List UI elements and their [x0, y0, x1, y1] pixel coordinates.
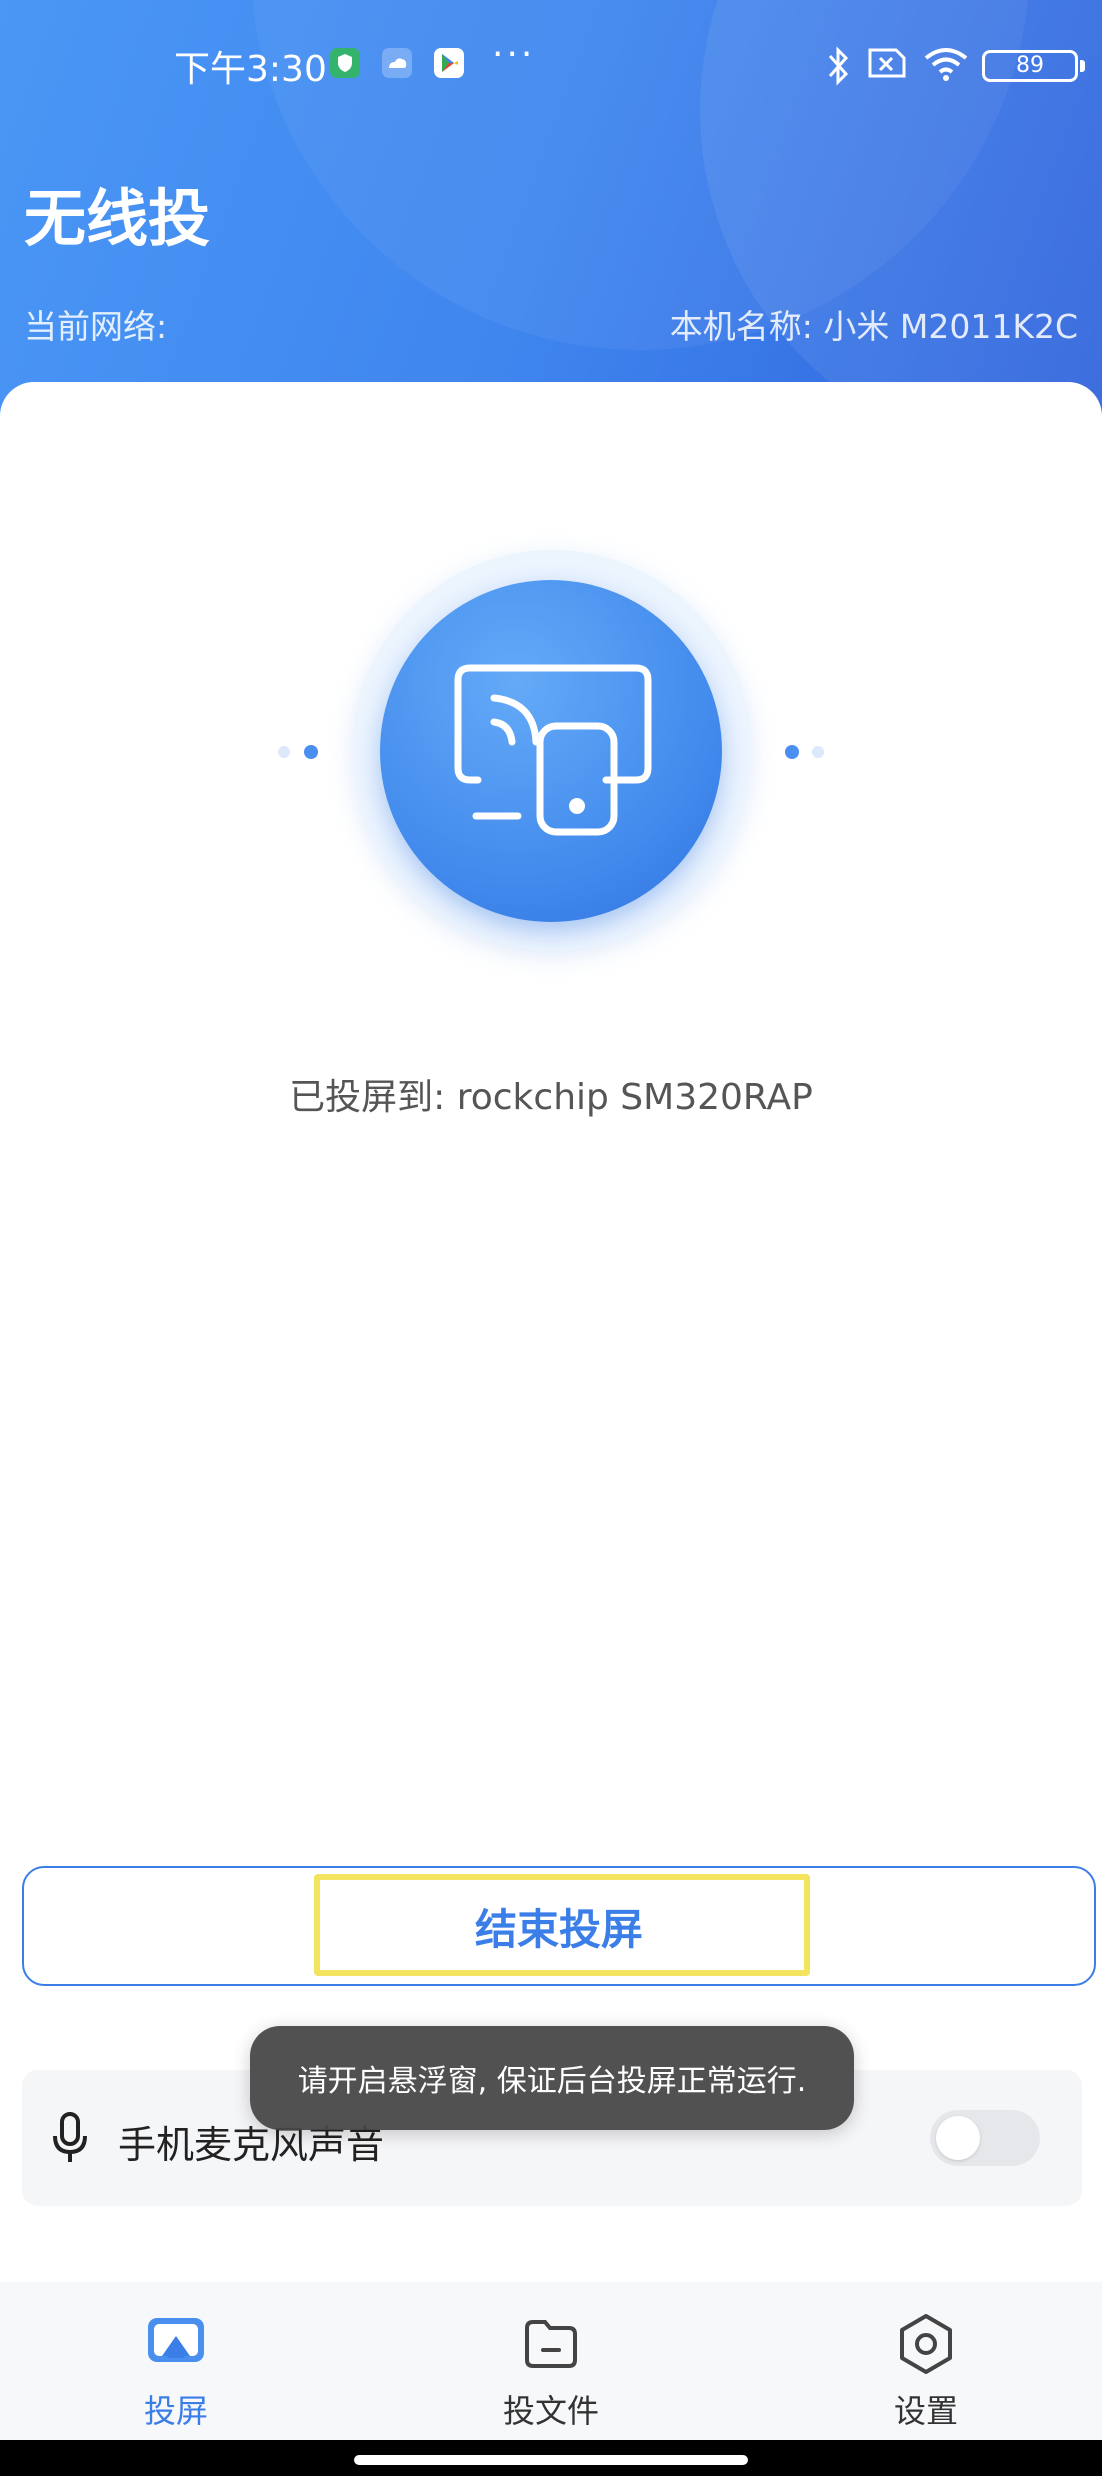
app-cloud-icon — [382, 48, 412, 78]
status-bar: 下午3:30 ··· 89 — [0, 0, 1102, 130]
no-sim-icon — [868, 48, 906, 78]
app-title: 无线投 — [24, 182, 211, 255]
end-cast-button-label: 结束投屏 — [474, 1904, 643, 1954]
more-notifications-icon: ··· — [492, 34, 536, 75]
screen: 下午3:30 ··· 89 无线投 当前网络: 本机名称: 小米 M2011K2… — [0, 0, 1102, 2476]
toggle-knob — [936, 2116, 980, 2160]
decoration-dot — [785, 745, 799, 759]
header: 下午3:30 ··· 89 无线投 当前网络: 本机名称: 小米 M2011K2… — [0, 0, 1102, 420]
tab-cast[interactable]: 投屏 — [66, 2282, 286, 2440]
screen-cast-icon — [454, 664, 652, 836]
microphone-icon — [53, 2112, 87, 2162]
cast-status-text: 已投屏到: rockchip SM320RAP — [289, 1077, 813, 1118]
tab-settings[interactable]: 设置 — [816, 2282, 1036, 2440]
app-shield-icon — [330, 48, 360, 78]
tab-cast-label: 投屏 — [143, 2392, 208, 2430]
battery-icon: 89 — [982, 50, 1086, 82]
status-time: 下午3:30 — [174, 49, 327, 90]
current-network-label: 当前网络: — [24, 307, 168, 346]
battery-level: 89 — [1016, 53, 1044, 78]
tab-cast-files[interactable]: 投文件 — [441, 2282, 661, 2440]
tab-settings-label: 设置 — [893, 2392, 958, 2430]
screen-cast-tab-icon — [148, 2318, 204, 2362]
mic-audio-toggle[interactable] — [930, 2110, 1040, 2166]
bottom-nav: 投屏 投文件 设置 — [0, 2282, 1102, 2440]
tab-cast-files-label: 投文件 — [502, 2392, 599, 2430]
home-indicator[interactable] — [354, 2455, 748, 2465]
folder-icon — [525, 2320, 577, 2368]
bluetooth-icon — [828, 46, 849, 86]
settings-icon — [900, 2314, 952, 2374]
end-cast-button[interactable]: 结束投屏 — [22, 1866, 1096, 1986]
play-store-icon — [434, 48, 464, 78]
toast-message: 请开启悬浮窗, 保证后台投屏正常运行. — [250, 2026, 854, 2130]
wifi-icon — [924, 48, 968, 81]
device-name: 本机名称: 小米 M2011K2C — [669, 307, 1078, 346]
decoration-dot — [278, 746, 290, 758]
decoration-dot — [812, 746, 824, 758]
decoration-dot — [304, 745, 318, 759]
